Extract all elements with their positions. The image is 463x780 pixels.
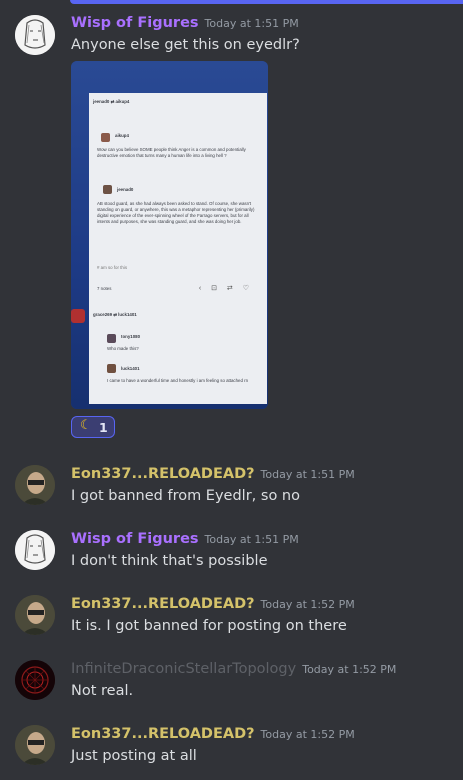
avatar-eon[interactable] [15,465,55,505]
post-tags: # am so for this [97,265,128,270]
reaction-count: 1 [99,420,108,435]
post-action-icons: ‹ ⊡ ⇄ ♡ [198,285,253,292]
avatar-eon[interactable] [15,595,55,635]
post-text: Wow can you believe SOME people think An… [97,147,246,158]
post-avatar [107,364,116,373]
message-text: It is. I got banned for posting on there [71,618,347,634]
message-text: Anyone else get this on eyedlr? [71,37,300,53]
author-name[interactable]: Wisp of Figures [71,531,199,547]
message-text: Not real. [71,683,134,699]
timestamp: Today at 1:51 PM [204,17,299,30]
timestamp: Today at 1:51 PM [204,533,299,546]
author-name[interactable]: InfiniteDraconicStellarTopology [71,661,296,677]
avatar-wisp[interactable] [15,530,55,570]
sketch-face-icon [15,530,55,570]
author-name[interactable]: Eon337...RELOADEAD? [71,466,255,482]
author-name[interactable]: Eon337...RELOADEAD? [71,726,255,742]
post-username: luck1401 [121,366,140,371]
post-username: jeenad0 [117,187,134,192]
post-username: aikup4 [115,133,129,138]
avatar-eon[interactable] [15,725,55,765]
post-text: Who made this? [107,346,139,351]
post-card: grace269 ⇄ luck1401 tony1080 Who made th… [89,304,267,404]
post-text: I came to have a wonderful time and hone… [107,378,249,383]
post-card: jeenad0 ⇄ aikup4 aikup4 Wow can you beli… [89,93,267,305]
post-username: tony1080 [121,334,141,339]
message-text: I don't think that's possible [71,553,268,569]
timestamp: Today at 1:51 PM [260,468,355,481]
post-avatar [101,133,110,142]
reblog-header: jeenad0 ⇄ aikup4 [93,99,130,104]
timestamp: Today at 1:52 PM [260,598,355,611]
red-fractal-icon [15,660,55,700]
sketch-face-icon [15,15,55,55]
channel-top-bar [70,0,463,4]
crescent-moon-icon: ☾ [80,418,92,433]
post-avatar [107,334,116,343]
avatar-wisp[interactable] [15,15,55,55]
side-avatar [71,309,85,323]
message-text: I got banned from Eyedlr, so no [71,488,300,504]
timestamp: Today at 1:52 PM [260,728,355,741]
post-notes: 7 notes [97,286,112,291]
avatar-infinite[interactable] [15,660,55,700]
person-photo-icon [15,595,55,635]
post-avatar [103,185,112,194]
person-photo-icon [15,725,55,765]
reblog-header: grace269 ⇄ luck1401 [93,312,137,317]
image-attachment[interactable]: jeenad0 ⇄ aikup4 aikup4 Wow can you beli… [71,61,268,409]
person-photo-icon [15,465,55,505]
author-name[interactable]: Eon337...RELOADEAD? [71,596,255,612]
reaction-button[interactable]: ☾ 1 [71,416,115,438]
author-name[interactable]: Wisp of Figures [71,15,199,31]
timestamp: Today at 1:52 PM [302,663,397,676]
post-text: AB stood guard, as she had always been a… [97,201,255,224]
message-text: Just posting at all [71,748,197,764]
